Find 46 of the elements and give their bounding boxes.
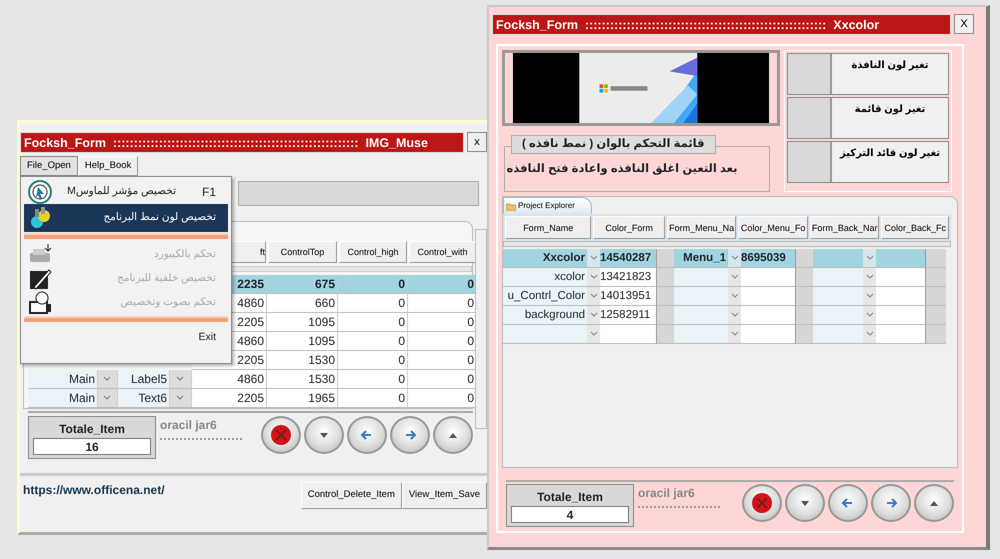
table-cell: Menu_1 — [674, 249, 728, 268]
table-cell: Label5 — [118, 370, 170, 389]
group-text: بعد التعين اغلق النافذه واعادة فتح النافذه — [506, 162, 738, 177]
group-title: قائمة التحكم بالوان ( نمط نافذه ) — [511, 135, 716, 154]
table-cell: 12582911 — [600, 306, 656, 325]
table-cell: Xxcolor — [503, 249, 587, 268]
caption-text: oracil jar6 — [638, 485, 696, 502]
total-label: Totale_Item — [58, 421, 126, 438]
table-cell: 1530 — [267, 370, 338, 389]
table-cell: 14540287 — [600, 249, 656, 268]
table-cell: 8695039 — [741, 249, 795, 268]
table-cell: 13421823 — [600, 268, 656, 287]
table-cell: 14013951 — [600, 287, 656, 306]
table-cell: 1530 — [267, 351, 338, 370]
table-cell: 0 — [338, 275, 408, 294]
table-cell: 0 — [408, 294, 477, 313]
table-cell: 675 — [267, 275, 338, 294]
table-cell: 0 — [408, 389, 477, 408]
table-cell: 0 — [408, 275, 477, 294]
table-cell: 0 — [338, 332, 408, 351]
table-cell: 4860 — [192, 370, 267, 389]
table-cell: Text6 — [118, 389, 170, 408]
table-cell: 0 — [338, 389, 408, 408]
table-cell: Main — [28, 389, 98, 408]
table-cell: 0 — [408, 313, 477, 332]
table-cell: 0 — [338, 351, 408, 370]
table-cell: 0 — [408, 332, 477, 351]
table-cell: 1095 — [267, 332, 338, 351]
table-cell: Main — [28, 370, 98, 389]
caption-text: oracil jar6 — [160, 417, 218, 434]
total-label: Totale_Item — [536, 489, 604, 506]
table-cell: 1095 — [267, 313, 338, 332]
table-cell: u_Contrl_Color — [503, 287, 587, 306]
table-cell: 0 — [408, 351, 477, 370]
table-cell: 1965 — [267, 389, 338, 408]
shortcut-text: F1 — [200, 184, 217, 201]
window-title: Focksh_Form :::::::::::::::::::::::::::::::::::::::::::::::::::::::::: Xxcolor — [492, 14, 951, 35]
table-cell: 0 — [338, 370, 408, 389]
table-cell: 0 — [338, 294, 408, 313]
table-cell: 660 — [267, 294, 338, 313]
table-cell: background — [503, 306, 587, 325]
table-cell: 2205 — [192, 389, 267, 408]
window-title: Focksh_Form ::::::::::::::::::::::::::::::::::::::::::::::::::::::::::: IMG_Muse — [20, 132, 464, 153]
table-cell: 0 — [338, 313, 408, 332]
table-cell: 0 — [408, 370, 477, 389]
table-cell: xcolor — [503, 268, 587, 287]
